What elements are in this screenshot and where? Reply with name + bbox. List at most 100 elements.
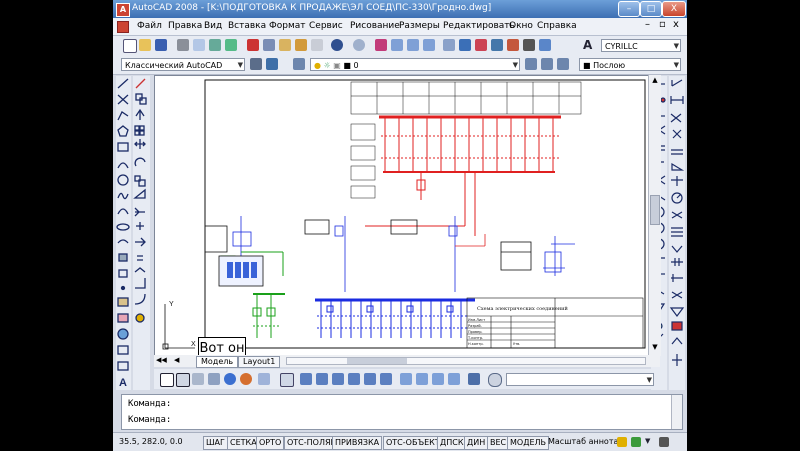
3d-dwf-icon[interactable]: [225, 39, 237, 51]
schematic-drawing[interactable]: Схема электрических соединений Изм.Лист …: [155, 76, 649, 357]
realistic-icon[interactable]: [224, 373, 236, 385]
open-icon[interactable]: [139, 39, 151, 51]
first-tab-icon[interactable]: ◀◀: [156, 356, 167, 364]
help-icon[interactable]: [539, 39, 551, 51]
layer-manager-icon[interactable]: [293, 58, 305, 70]
hidden-icon[interactable]: [208, 373, 220, 385]
design-center-icon[interactable]: [459, 39, 471, 51]
menu-file[interactable]: Файл: [137, 21, 162, 31]
save-icon[interactable]: [155, 39, 167, 51]
drawing-area[interactable]: Схема электрических соединений Изм.Лист …: [154, 75, 650, 358]
doc-close-button[interactable]: x: [673, 19, 679, 30]
mtext-icon[interactable]: A: [119, 377, 127, 389]
vertical-scroll-thumb[interactable]: [650, 195, 660, 225]
sheet-set-icon[interactable]: [491, 39, 503, 51]
front-view-icon[interactable]: [364, 373, 376, 385]
command-prompt[interactable]: Команда:: [128, 415, 171, 425]
publish-icon[interactable]: [209, 39, 221, 51]
markup-icon[interactable]: [507, 39, 519, 51]
named-views-combo[interactable]: ▼: [506, 373, 654, 386]
conceptual-icon[interactable]: [240, 373, 252, 385]
minimize-button[interactable]: –: [618, 1, 640, 17]
left-view-icon[interactable]: [332, 373, 344, 385]
workspace-combo[interactable]: Классический AutoCAD ▼: [121, 58, 245, 71]
snap-toggle[interactable]: ШАГ: [203, 436, 228, 450]
text-style-icon[interactable]: A: [583, 38, 592, 52]
make-current-layer-icon[interactable]: [525, 58, 537, 70]
menu-help[interactable]: Справка: [537, 21, 577, 31]
properties-icon[interactable]: [443, 39, 455, 51]
paste-icon[interactable]: [279, 39, 291, 51]
menu-view[interactable]: Вид: [204, 21, 222, 31]
zoom-previous-icon[interactable]: [423, 39, 435, 51]
right-view-icon[interactable]: [348, 373, 360, 385]
layer-previous-icon[interactable]: [541, 58, 553, 70]
model-toggle[interactable]: МОДЕЛЬ: [507, 436, 550, 450]
menu-format[interactable]: Формат: [269, 21, 306, 31]
pan-icon[interactable]: [375, 39, 387, 51]
workspace-settings-icon[interactable]: [250, 58, 262, 70]
redo-icon[interactable]: [353, 39, 365, 51]
print-icon[interactable]: [177, 39, 189, 51]
menu-window[interactable]: Окно: [509, 21, 533, 31]
ucs-icon-button[interactable]: [160, 373, 174, 387]
views-icon[interactable]: [280, 373, 294, 387]
back-view-icon[interactable]: [380, 373, 392, 385]
print-preview-icon[interactable]: [193, 39, 205, 51]
zoom-realtime-icon[interactable]: [391, 39, 403, 51]
prev-tab-icon[interactable]: ◀: [174, 356, 179, 364]
doc-restore-button[interactable]: ▫: [659, 19, 666, 30]
text-style-combo[interactable]: CYRILLC ▼: [601, 39, 681, 52]
3d-wireframe-icon[interactable]: [192, 373, 204, 385]
tab-model[interactable]: Модель: [196, 356, 239, 368]
autocad-app-icon[interactable]: A: [116, 3, 130, 17]
lwt-toggle[interactable]: ВЕС: [487, 436, 510, 450]
linetype-combo[interactable]: ■ Послою ▼: [579, 58, 681, 71]
ne-iso-icon[interactable]: [432, 373, 444, 385]
my-workspace-icon[interactable]: [266, 58, 278, 70]
sw-iso-icon[interactable]: [400, 373, 412, 385]
undo-icon[interactable]: [331, 39, 343, 51]
grid-toggle[interactable]: СЕТКА: [227, 436, 260, 450]
horizontal-scrollbar[interactable]: [286, 357, 646, 365]
highlighted-component[interactable]: [218, 255, 264, 287]
osnap-toggle[interactable]: ПРИВЯЗКА: [332, 436, 383, 450]
ducs-toggle[interactable]: ДПСК: [437, 436, 467, 450]
menu-modify[interactable]: Редактировать: [443, 21, 515, 31]
bottom-view-icon[interactable]: [316, 373, 328, 385]
top-view-icon[interactable]: [300, 373, 312, 385]
maximize-button[interactable]: □: [640, 1, 662, 17]
match-properties-icon[interactable]: [295, 39, 307, 51]
vertical-scrollbar[interactable]: ▲ ▼: [648, 75, 661, 356]
otrack-toggle[interactable]: ОТС-ОБЪЕКТ: [383, 436, 443, 450]
visual-style-manager-icon[interactable]: [258, 373, 270, 385]
layer-combo[interactable]: ● ☼ ▣ ■ 0 ▼: [310, 58, 520, 71]
document-icon[interactable]: [117, 21, 129, 33]
tool-palettes-icon[interactable]: [475, 39, 487, 51]
menu-draw[interactable]: Рисование: [350, 21, 400, 31]
horizontal-scroll-thumb[interactable]: [347, 358, 407, 364]
polar-toggle[interactable]: ОТС-ПОЛЯР: [284, 436, 339, 450]
new-icon[interactable]: [123, 39, 137, 53]
zoom-window-icon[interactable]: [407, 39, 419, 51]
cut-icon[interactable]: [247, 39, 259, 51]
menu-insert[interactable]: Вставка: [228, 21, 266, 31]
doc-minimize-button[interactable]: –: [645, 19, 650, 30]
tab-layout1[interactable]: Layout1: [238, 356, 281, 368]
lock-icon[interactable]: [617, 437, 627, 447]
clean-screen-icon[interactable]: [659, 437, 669, 447]
layer-states-icon[interactable]: [557, 58, 569, 70]
named-views-icon[interactable]: [488, 373, 502, 387]
se-iso-icon[interactable]: [416, 373, 428, 385]
camera-icon[interactable]: [468, 373, 480, 385]
dyn-toggle[interactable]: ДИН: [464, 436, 489, 450]
menu-dimension[interactable]: Размеры: [399, 21, 440, 31]
command-line[interactable]: Команда: Команда:: [121, 394, 683, 430]
nw-iso-icon[interactable]: [448, 373, 460, 385]
annotation-scale-label[interactable]: Масштаб аннотаций: [546, 436, 618, 448]
scroll-down-icon[interactable]: ▼: [650, 343, 660, 353]
menu-edit[interactable]: Правка: [168, 21, 202, 31]
scroll-up-icon[interactable]: ▲: [650, 76, 660, 86]
2d-wireframe-icon[interactable]: [176, 373, 190, 387]
command-scrollbar[interactable]: [671, 395, 682, 429]
